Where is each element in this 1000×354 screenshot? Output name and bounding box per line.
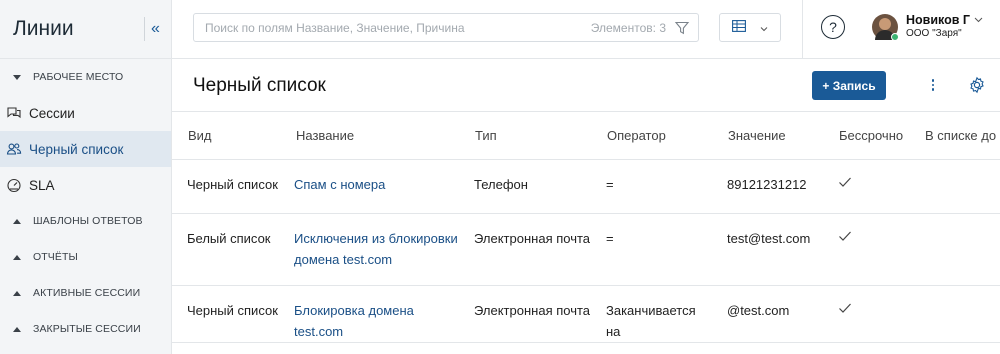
cell-name-link[interactable]: Блокировка домена test.com bbox=[280, 285, 459, 344]
main-content: Черный список + Запись Вид Название Тип … bbox=[172, 59, 1000, 354]
sidebar-title: Линии bbox=[13, 17, 74, 40]
add-record-button[interactable]: + Запись bbox=[812, 71, 886, 100]
chevron-down-icon bbox=[760, 19, 768, 37]
sidebar-item-label: Сессии bbox=[29, 105, 75, 121]
blacklist-table: Вид Название Тип Оператор Значение Бесср… bbox=[172, 112, 1000, 344]
cell-type: Электронная почта bbox=[459, 285, 591, 344]
cell-kind: Черный список bbox=[172, 159, 280, 214]
user-menu[interactable]: Новиков Г ООО "Заря" bbox=[872, 13, 983, 41]
checkmark-icon bbox=[838, 228, 852, 242]
cell-until bbox=[909, 213, 1000, 286]
user-info: Новиков Г ООО "Заря" bbox=[906, 13, 970, 40]
column-header[interactable]: Вид bbox=[172, 112, 280, 160]
cell-until bbox=[909, 159, 1000, 214]
sidebar-header: Линии « bbox=[0, 0, 171, 59]
column-header[interactable]: В списке до bbox=[909, 112, 1000, 160]
chevron-down-icon bbox=[974, 15, 983, 26]
cell-type: Телефон bbox=[459, 159, 591, 214]
sidebar-section-label: РАБОЧЕЕ МЕСТО bbox=[33, 71, 124, 83]
chevron-up-icon bbox=[13, 326, 21, 332]
collapse-sidebar-button[interactable]: « bbox=[144, 17, 166, 41]
chat-bubbles-icon bbox=[6, 105, 22, 121]
checkmark-icon bbox=[838, 174, 852, 188]
column-header[interactable]: Оператор bbox=[591, 112, 712, 160]
table-header-row: Вид Название Тип Оператор Значение Бесср… bbox=[172, 112, 1000, 160]
column-header[interactable]: Название bbox=[280, 112, 459, 160]
table-row[interactable]: Белый список Исключения из блокировки до… bbox=[172, 213, 1000, 286]
cell-type: Электронная почта bbox=[459, 213, 591, 286]
sidebar-item-label: Черный список bbox=[29, 141, 124, 157]
search-box: Элементов: 3 bbox=[193, 13, 699, 42]
column-header[interactable]: Тип bbox=[459, 112, 591, 160]
cell-permanent bbox=[823, 159, 909, 214]
gear-icon[interactable] bbox=[968, 76, 986, 94]
elements-count: Элементов: 3 bbox=[590, 20, 666, 35]
table-row[interactable]: Черный список Спам с номера Телефон = 89… bbox=[172, 159, 1000, 214]
table-view-icon bbox=[732, 19, 746, 37]
cell-permanent bbox=[823, 213, 909, 286]
cell-operator: Заканчивается на bbox=[591, 285, 712, 344]
view-mode-button[interactable] bbox=[719, 13, 781, 42]
cell-value: 89121231212 bbox=[712, 159, 823, 214]
page-title: Черный список bbox=[193, 75, 326, 96]
speedometer-icon bbox=[6, 177, 22, 193]
column-header[interactable]: Значение bbox=[712, 112, 823, 160]
users-icon bbox=[6, 141, 22, 157]
sidebar-section-closed-sessions[interactable]: ЗАКРЫТЫЕ СЕССИИ bbox=[0, 311, 171, 347]
cell-permanent bbox=[823, 285, 909, 344]
checkmark-icon bbox=[838, 300, 852, 314]
page-header: Черный список + Запись bbox=[172, 59, 1000, 112]
cell-kind: Черный список bbox=[172, 285, 280, 344]
user-org: ООО "Заря" bbox=[906, 28, 962, 39]
sidebar-item-blacklist[interactable]: Черный список bbox=[0, 131, 171, 167]
table-row[interactable]: Черный список Блокировка домена test.com… bbox=[172, 285, 1000, 344]
app: Линии « РАБОЧЕЕ МЕСТО Сессии Черный спис… bbox=[0, 0, 1000, 354]
sidebar-section-label: ШАБЛОНЫ ОТВЕТОВ bbox=[33, 215, 143, 227]
online-status-dot bbox=[891, 32, 899, 41]
cell-operator: = bbox=[591, 159, 712, 214]
avatar bbox=[872, 13, 899, 41]
user-name: Новиков Г bbox=[906, 13, 971, 27]
sidebar-section-label: АКТИВНЫЕ СЕССИИ bbox=[33, 287, 141, 299]
column-header[interactable]: Бессрочно bbox=[823, 112, 909, 160]
sidebar-item-sla[interactable]: SLA bbox=[0, 167, 171, 203]
more-options-icon[interactable] bbox=[927, 75, 939, 95]
sidebar-section-workplace[interactable]: РАБОЧЕЕ МЕСТО bbox=[0, 59, 171, 95]
sidebar-item-label: SLA bbox=[29, 177, 55, 193]
topbar-divider bbox=[802, 0, 803, 59]
cell-name-link[interactable]: Исключения из блокировки домена test.com bbox=[280, 213, 459, 286]
cell-until bbox=[909, 285, 1000, 344]
help-button[interactable]: ? bbox=[821, 15, 845, 39]
chevron-up-icon bbox=[13, 218, 21, 224]
cell-operator: = bbox=[591, 213, 712, 286]
cell-value: test@test.com bbox=[712, 213, 823, 286]
sidebar: Линии « РАБОЧЕЕ МЕСТО Сессии Черный спис… bbox=[0, 0, 172, 354]
sidebar-section-reports[interactable]: ОТЧЁТЫ bbox=[0, 239, 171, 275]
sidebar-section-templates[interactable]: ШАБЛОНЫ ОТВЕТОВ bbox=[0, 203, 171, 239]
search-input[interactable] bbox=[205, 20, 591, 35]
sidebar-section-active-sessions[interactable]: АКТИВНЫЕ СЕССИИ bbox=[0, 275, 171, 311]
sidebar-item-sessions[interactable]: Сессии bbox=[0, 95, 171, 131]
cell-value: @test.com bbox=[712, 285, 823, 344]
chevron-up-icon bbox=[13, 290, 21, 296]
sidebar-section-label: ЗАКРЫТЫЕ СЕССИИ bbox=[33, 323, 141, 335]
sidebar-section-label: ОТЧЁТЫ bbox=[33, 251, 78, 263]
question-icon: ? bbox=[829, 19, 837, 35]
chevron-down-icon bbox=[13, 74, 21, 80]
cell-name-link[interactable]: Спам с номера bbox=[280, 159, 459, 214]
top-bar: Элементов: 3 ? Новиков Г ООО "Заря" bbox=[172, 0, 1000, 59]
cell-kind: Белый список bbox=[172, 213, 280, 286]
chevron-up-icon bbox=[13, 254, 21, 260]
filter-icon[interactable] bbox=[674, 20, 690, 36]
